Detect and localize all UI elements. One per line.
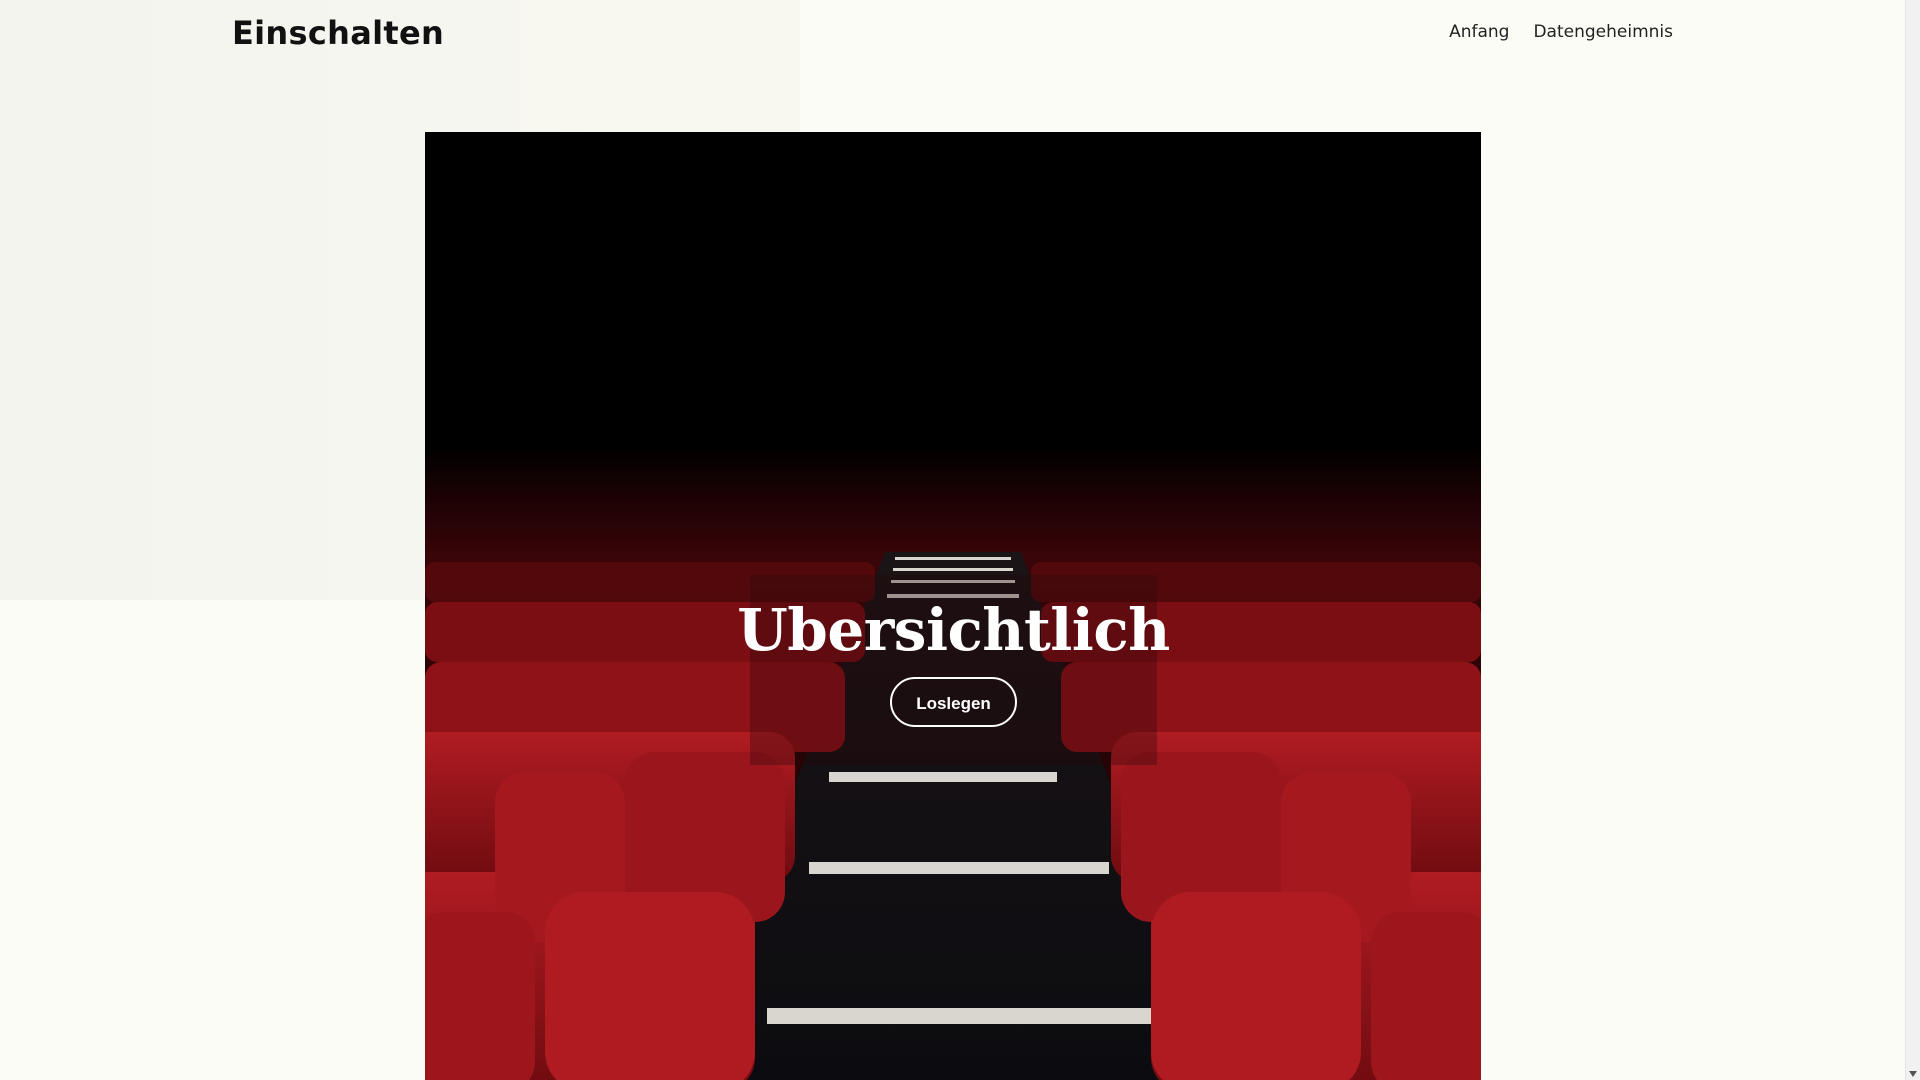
scroll-down-icon[interactable] <box>1909 1071 1917 1077</box>
hero-overlay: Ubersichtlich Loslegen <box>737 575 1170 765</box>
hero-title: Ubersichtlich <box>737 596 1170 664</box>
page: Einschalten Anfang Datengeheimnis Ubersi… <box>0 0 1905 1080</box>
nav-link-anfang[interactable]: Anfang <box>1449 22 1509 42</box>
hero-section: Ubersichtlich Loslegen <box>425 132 1481 1080</box>
main-nav: Anfang Datengeheimnis <box>1449 22 1673 42</box>
get-started-button[interactable]: Loslegen <box>890 677 1017 727</box>
nav-link-datengeheimnis[interactable]: Datengeheimnis <box>1533 22 1673 42</box>
site-header: Einschalten Anfang Datengeheimnis <box>0 0 1905 66</box>
vertical-scrollbar[interactable] <box>1905 0 1920 1080</box>
brand-link[interactable]: Einschalten <box>232 14 444 52</box>
